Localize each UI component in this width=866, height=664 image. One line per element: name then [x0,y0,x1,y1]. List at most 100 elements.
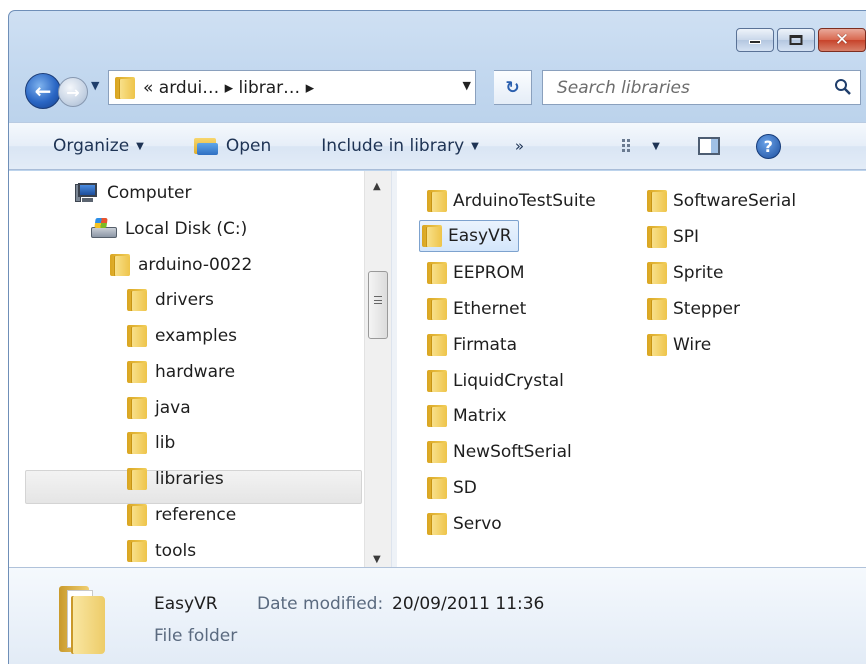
drive-icon [91,218,117,240]
list-item[interactable]: LiquidCrystal [425,365,570,397]
file-name: SPI [673,227,700,247]
folder-icon [647,226,667,248]
list-item-selected[interactable]: EasyVR [419,220,519,252]
list-item[interactable]: NewSoftSerial [425,436,578,468]
file-name: EasyVR [448,226,512,246]
forward-button[interactable]: → [58,77,88,107]
list-item[interactable]: Ethernet [425,293,532,325]
folder-icon [127,361,147,383]
file-name: NewSoftSerial [453,442,572,462]
file-name: Ethernet [453,299,527,319]
computer-icon [75,182,99,204]
maximize-button[interactable] [777,28,815,52]
file-name: Servo [453,514,502,534]
history-dropdown-icon[interactable]: ▼ [91,79,99,92]
navigation-row: ← → ▼ « ardui… ▸ librar… ▸ ▼ ↻ Search li… [9,70,866,110]
scrollbar-thumb[interactable] [368,271,388,339]
search-input[interactable]: Search libraries [557,78,690,98]
list-item[interactable]: Firmata [425,329,523,361]
scroll-up-icon[interactable]: ▲ [373,181,381,192]
search-icon[interactable] [834,78,852,96]
file-name: Stepper [673,299,740,319]
address-bar[interactable]: « ardui… ▸ librar… ▸ ▼ [108,70,476,105]
tree-item-examples[interactable]: examples [127,320,237,352]
back-arrow-icon: ← [34,79,52,103]
tree-item-label: Computer [107,183,192,203]
include-in-library-button[interactable]: Include in library ▼ [321,136,479,156]
folder-icon [427,477,447,499]
refresh-button[interactable]: ↻ [494,70,532,105]
view-options-icon [622,139,631,152]
tree-item-label: examples [155,326,238,346]
tree-item-label: arduino-0022 [138,255,253,275]
details-pane: EasyVR Date modified: 20/09/2011 11:36 F… [9,567,866,664]
file-name: Matrix [453,406,507,426]
list-item[interactable]: Servo [425,508,508,540]
file-name: EEPROM [453,263,525,283]
list-item[interactable]: ArduinoTestSuite [425,185,602,217]
back-button[interactable]: ← [25,73,61,109]
address-dropdown-icon[interactable]: ▼ [463,79,471,92]
forward-arrow-icon: → [66,82,80,102]
tree-item-label: libraries [155,469,224,489]
list-item[interactable]: EEPROM [425,257,531,289]
tree-item-java[interactable]: java [127,392,191,424]
folder-icon [110,254,130,276]
change-view-button[interactable]: ▼ [622,138,660,154]
preview-pane-button[interactable] [697,137,720,155]
details-date-value: 20/09/2011 11:36 [392,594,545,614]
list-item[interactable]: Stepper [645,293,746,325]
search-box[interactable]: Search libraries [542,70,861,105]
tree-item-label: lib [155,433,176,453]
folder-icon [427,298,447,320]
chevron-down-icon: ▼ [136,140,144,152]
tree-item-tools[interactable]: tools [127,535,196,567]
tree-item-libraries[interactable]: libraries [127,463,224,495]
close-icon: ✕ [834,30,850,50]
open-button[interactable]: Open [193,136,272,156]
list-item[interactable]: SPI [645,221,705,253]
tree-item-lib[interactable]: lib [127,427,175,459]
tree-item-computer[interactable]: Computer [75,177,192,209]
organize-button[interactable]: Organize ▼ [53,136,144,156]
list-item[interactable]: Matrix [425,400,513,432]
help-icon: ? [755,133,781,159]
explorer-window: ✕ ← → ▼ « ardui… ▸ librar… ▸ ▼ ↻ Search … [8,10,866,664]
scroll-down-icon[interactable]: ▼ [373,554,381,565]
navigation-scrollbar[interactable]: ▲ ▼ [364,171,391,567]
command-bar: Organize ▼ Open Include in library ▼ » ▼ [9,122,866,170]
tree-item-label: hardware [155,362,236,382]
details-name: EasyVR [154,594,218,614]
minimize-icon [749,40,761,45]
more-commands-button[interactable]: » [515,137,524,155]
file-name: SD [453,478,477,498]
tree-item-reference[interactable]: reference [127,499,236,531]
file-name: SoftwareSerial [673,191,797,211]
folder-icon [427,513,447,535]
folder-icon [127,289,147,311]
maximize-icon [789,35,803,45]
close-button[interactable]: ✕ [818,28,866,52]
list-item[interactable]: SD [425,472,483,504]
file-list[interactable]: ArduinoTestSuite EasyVR EEPROM Ethernet … [407,171,866,567]
list-item[interactable]: Wire [645,329,717,361]
details-type: File folder [154,626,238,646]
include-in-library-label: Include in library [321,136,465,156]
pane-divider[interactable] [391,171,397,567]
navigation-pane[interactable]: Computer Local Disk (C:) arduino-0022 dr… [9,171,364,567]
minimize-button[interactable] [736,28,774,52]
folder-icon [127,468,147,490]
open-label: Open [225,136,272,156]
tree-item-hardware[interactable]: hardware [127,356,235,388]
refresh-icon: ↻ [505,77,520,98]
folder-icon [427,370,447,392]
address-path[interactable]: « ardui… ▸ librar… ▸ [143,78,314,98]
open-folder-icon [193,136,218,156]
list-item[interactable]: Sprite [645,257,729,289]
tree-item-local-disk[interactable]: Local Disk (C:) [91,213,247,245]
tree-item-arduino-0022[interactable]: arduino-0022 [110,249,252,281]
file-name: Wire [673,335,712,355]
tree-item-drivers[interactable]: drivers [127,284,214,316]
help-button[interactable]: ? [755,133,781,159]
list-item[interactable]: SoftwareSerial [645,185,802,217]
